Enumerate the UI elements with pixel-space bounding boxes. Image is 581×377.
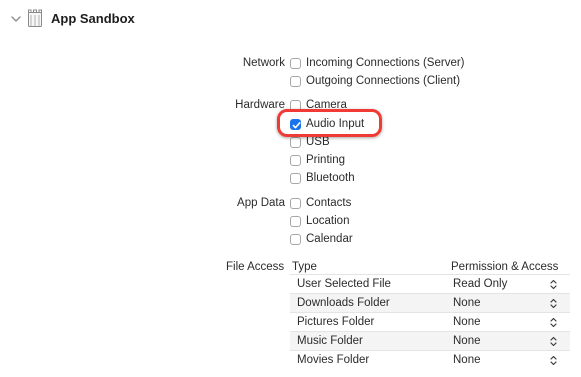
- permission-value: None: [453, 297, 481, 309]
- table-row: Music Folder None: [290, 331, 570, 350]
- checkbox-label: Bluetooth: [306, 172, 355, 184]
- checkbox-label: Outgoing Connections (Client): [306, 75, 461, 87]
- checkbox[interactable]: [290, 172, 301, 184]
- permission-value: None: [453, 335, 481, 347]
- checkbox[interactable]: [290, 154, 301, 166]
- table-row: Movies Folder None: [290, 350, 570, 369]
- table-row: Pictures Folder None: [290, 312, 570, 331]
- permission-popup[interactable]: None: [450, 294, 570, 312]
- checkbox-label: Incoming Connections (Server): [306, 57, 465, 69]
- permission-value: None: [453, 354, 481, 366]
- column-header-permission[interactable]: Permission & Access: [451, 260, 558, 274]
- checkmark-icon: [292, 121, 301, 128]
- updown-arrows-icon: [550, 279, 557, 290]
- updown-arrows-icon: [550, 317, 557, 328]
- checkbox-camera[interactable]: Camera: [290, 97, 347, 113]
- permission-popup[interactable]: None: [450, 332, 570, 350]
- permission-popup[interactable]: None: [450, 313, 570, 331]
- section-title: App Sandbox: [51, 11, 135, 26]
- permission-popup[interactable]: None: [450, 351, 570, 369]
- checkbox-label: Printing: [306, 154, 345, 166]
- capabilities-panel: App Sandbox Network Incoming Connections…: [0, 0, 581, 377]
- file-type-label: User Selected File: [297, 278, 391, 290]
- checkbox[interactable]: [290, 99, 301, 111]
- updown-arrows-icon: [550, 336, 557, 347]
- updown-arrows-icon: [550, 298, 557, 309]
- hardware-label: Hardware: [235, 99, 285, 111]
- checkbox[interactable]: [290, 75, 301, 87]
- checkbox-checked[interactable]: [290, 118, 301, 130]
- file-type-label: Pictures Folder: [297, 316, 375, 328]
- column-header-type[interactable]: Type: [292, 260, 317, 274]
- file-type-label: Music Folder: [297, 335, 363, 347]
- checkbox-calendar[interactable]: Calendar: [290, 231, 353, 247]
- checkbox-usb[interactable]: USB: [290, 134, 330, 150]
- permission-value: None: [453, 316, 481, 328]
- checkbox[interactable]: [290, 215, 301, 227]
- checkbox-label: Location: [306, 215, 350, 227]
- file-access-label: File Access: [226, 261, 285, 273]
- checkbox-label: Camera: [306, 99, 347, 111]
- network-label: Network: [242, 57, 285, 69]
- table-row: Downloads Folder None: [290, 293, 570, 312]
- permission-value: Read Only: [453, 278, 508, 290]
- checkbox-printing[interactable]: Printing: [290, 152, 345, 168]
- app-data-label: App Data: [237, 197, 285, 209]
- checkbox-label: Audio Input: [306, 118, 365, 130]
- checkbox-label: Calendar: [306, 233, 353, 245]
- table-row: User Selected File Read Only: [290, 274, 570, 293]
- chevron-down-icon[interactable]: [11, 15, 21, 23]
- checkbox[interactable]: [290, 197, 301, 209]
- checkbox[interactable]: [290, 233, 301, 245]
- file-type-label: Downloads Folder: [297, 297, 390, 309]
- checkbox-audio-input[interactable]: Audio Input: [290, 116, 364, 132]
- checkbox-label: Contacts: [306, 197, 352, 209]
- checkbox[interactable]: [290, 136, 301, 148]
- checkbox-incoming-connections[interactable]: Incoming Connections (Server): [290, 55, 465, 71]
- checkbox-contacts[interactable]: Contacts: [290, 195, 351, 211]
- updown-arrows-icon: [550, 355, 557, 366]
- checkbox-bluetooth[interactable]: Bluetooth: [290, 170, 355, 186]
- checkbox-label: USB: [306, 136, 330, 148]
- sandbox-icon: [28, 9, 42, 27]
- permission-popup[interactable]: Read Only: [450, 275, 570, 293]
- checkbox[interactable]: [290, 57, 301, 69]
- checkbox-outgoing-connections[interactable]: Outgoing Connections (Client): [290, 73, 460, 89]
- file-type-label: Movies Folder: [297, 354, 370, 366]
- checkbox-location[interactable]: Location: [290, 213, 349, 229]
